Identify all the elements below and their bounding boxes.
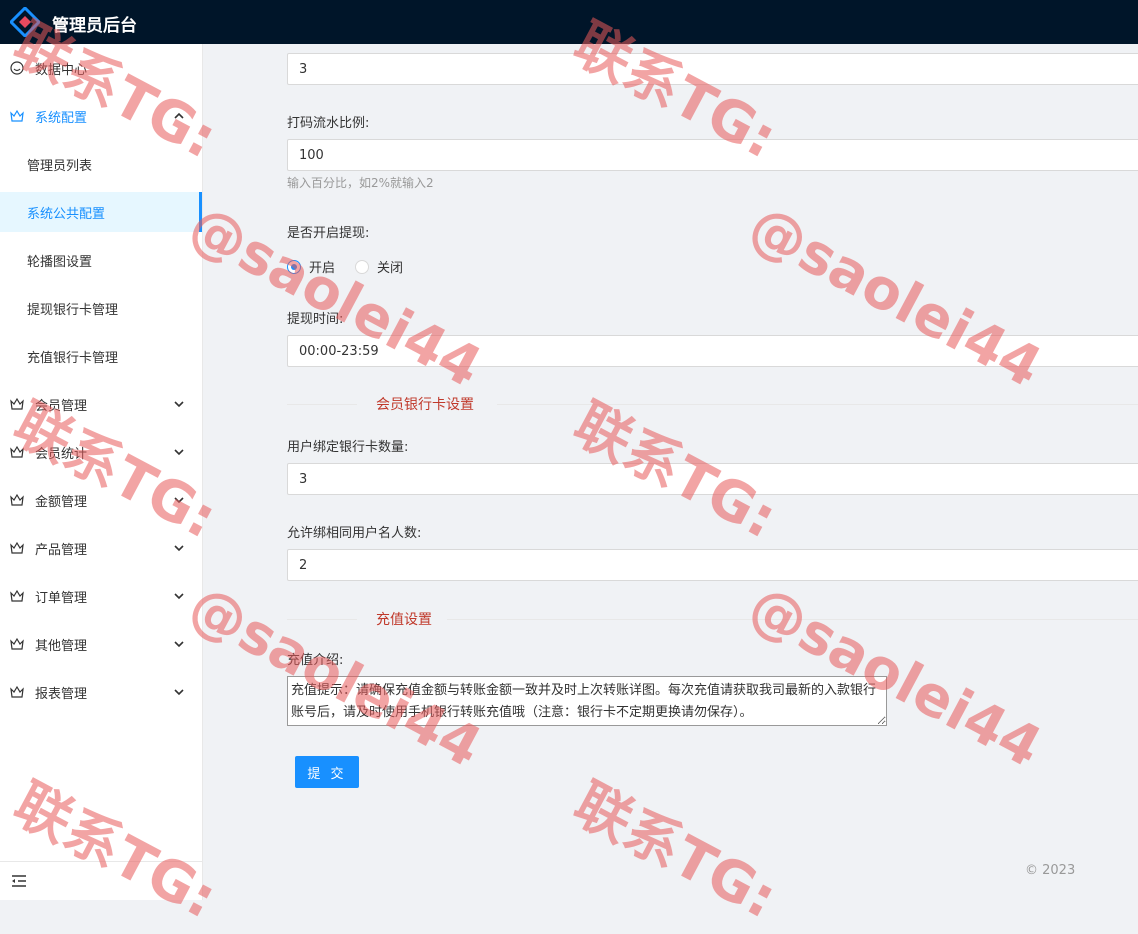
same-name-count-label: 允许绑相同用户名人数:: [287, 526, 422, 541]
sidebar-item-recharge-cards[interactable]: 充值银行卡管理: [0, 336, 202, 376]
radio-circle: [287, 259, 301, 274]
chevron-down-icon: [174, 689, 184, 696]
chevron-down-icon: [174, 497, 184, 504]
sidebar-item-admin-list[interactable]: 管理员列表: [0, 144, 202, 184]
app-title: 管理员后台: [52, 16, 137, 36]
withdraw-time-label: 提现时间:: [287, 312, 344, 327]
crown-icon: [10, 637, 24, 650]
main-content: 打码流水比例: 输入百分比，如2%就输入2 是否开启提现: 开启 关闭 提现时间…: [203, 44, 1138, 900]
crown-icon: [10, 397, 24, 410]
dashboard-icon: [10, 61, 24, 75]
chevron-down-icon: [174, 641, 184, 648]
sidebar-item-member-stats[interactable]: 会员统计: [0, 432, 202, 472]
sidebar-item-reports[interactable]: 报表管理: [0, 672, 202, 712]
sidebar-item-label: 轮播图设置: [27, 255, 93, 270]
sidebar-collapse-bar: [0, 861, 202, 900]
sidebar-item-label: 充值银行卡管理: [27, 351, 119, 366]
radio-label: 开启: [309, 261, 336, 276]
top-value-input[interactable]: [287, 53, 1138, 85]
withdraw-time-input[interactable]: [287, 335, 1138, 367]
sidebar-item-other[interactable]: 其他管理: [0, 624, 202, 664]
top-header: 管理员后台: [0, 0, 1138, 44]
diamond-logo-icon: [10, 7, 40, 37]
sidebar-item-label: 产品管理: [35, 543, 88, 558]
chevron-down-icon: [174, 449, 184, 456]
sidebar-item-system-config[interactable]: 系统配置: [0, 96, 202, 136]
chevron-down-icon: [174, 401, 184, 408]
withdraw-on-radio[interactable]: 开启: [287, 257, 335, 276]
chevron-up-icon: [174, 112, 184, 119]
sidebar-item-label: 系统公共配置: [27, 207, 106, 222]
sidebar-item-dashboard[interactable]: 数据中心: [0, 48, 202, 88]
menu-fold-icon[interactable]: [11, 874, 27, 888]
crown-icon: [10, 445, 24, 458]
radio-circle: [355, 259, 369, 274]
sidebar-item-products[interactable]: 产品管理: [0, 528, 202, 568]
sidebar-item-label: 订单管理: [35, 591, 88, 606]
sidebar-item-carousel[interactable]: 轮播图设置: [0, 240, 202, 280]
section-title: 充值设置: [376, 612, 432, 628]
sidebar-item-label: 数据中心: [35, 63, 88, 78]
recharge-intro-textarea[interactable]: 充值提示：请确保充值金额与转账金额一致并及时上次转账详图。每次充值请获取我司最新…: [287, 676, 887, 726]
sidebar-item-label: 会员管理: [35, 399, 88, 414]
sidebar-item-label: 提现银行卡管理: [27, 303, 119, 318]
bank-card-count-label: 用户绑定银行卡数量:: [287, 440, 409, 455]
sidebar-item-label: 其他管理: [35, 639, 88, 654]
bank-card-count-input[interactable]: [287, 463, 1138, 495]
section-title: 会员银行卡设置: [376, 397, 474, 413]
section-divider-bank: 会员银行卡设置: [287, 394, 1138, 414]
same-name-count-input[interactable]: [287, 549, 1138, 581]
sidebar-item-label: 金额管理: [35, 495, 88, 510]
sidebar-item-withdraw-cards[interactable]: 提现银行卡管理: [0, 288, 202, 328]
submit-button[interactable]: 提 交: [295, 756, 359, 788]
bet-ratio-label: 打码流水比例:: [287, 116, 370, 131]
recharge-intro-label: 充值介绍:: [287, 653, 344, 668]
sidebar-item-label: 报表管理: [35, 687, 88, 702]
withdraw-off-radio[interactable]: 关闭: [355, 257, 403, 276]
chevron-down-icon: [174, 593, 184, 600]
sidebar-item-label: 会员统计: [35, 447, 88, 462]
crown-icon: [10, 541, 24, 554]
sidebar-item-orders[interactable]: 订单管理: [0, 576, 202, 616]
sidebar-item-public-config[interactable]: 系统公共配置: [0, 192, 202, 232]
copyright: © 2023: [1025, 863, 1076, 878]
sidebar-item-members[interactable]: 会员管理: [0, 384, 202, 424]
radio-label: 关闭: [377, 261, 404, 276]
sidebar-item-amounts[interactable]: 金额管理: [0, 480, 202, 520]
bet-ratio-hint: 输入百分比，如2%就输入2: [287, 176, 434, 190]
sidebar-item-label: 系统配置: [35, 111, 88, 126]
chevron-down-icon: [174, 545, 184, 552]
crown-icon: [10, 589, 24, 602]
crown-icon: [10, 685, 24, 698]
crown-icon: [10, 493, 24, 506]
section-divider-recharge: 充值设置: [287, 609, 1138, 629]
bet-ratio-input[interactable]: [287, 139, 1138, 171]
withdraw-enabled-label: 是否开启提现:: [287, 226, 370, 241]
sidebar-item-label: 管理员列表: [27, 159, 93, 174]
settings-icon: [10, 109, 24, 122]
sidebar: 数据中心 系统配置 管理员列表 系统公共配置 轮播图设置 提现银行卡管理 充值银…: [0, 44, 203, 900]
